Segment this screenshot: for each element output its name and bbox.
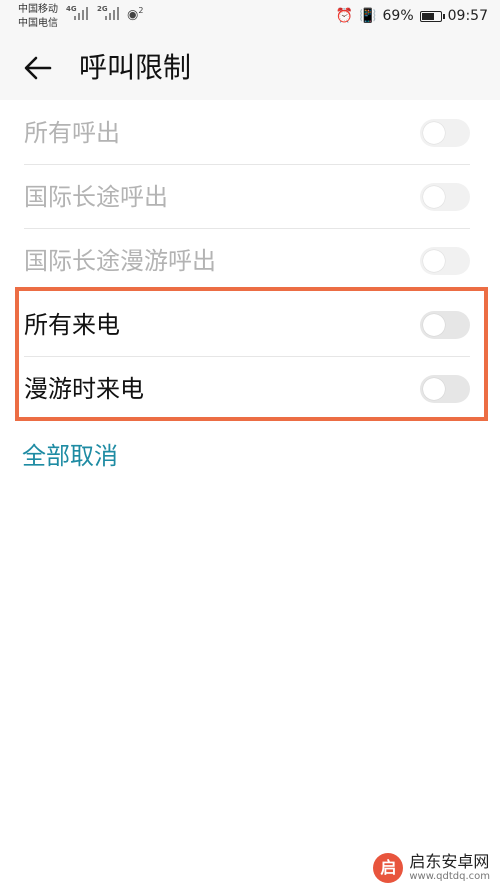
page-title: 呼叫限制 xyxy=(79,51,192,84)
watermark: 启 启东安卓网 www.qdtdq.com xyxy=(373,853,490,883)
watermark-logo: 启 xyxy=(373,853,404,883)
setting-international-outgoing: 国际长途呼出 xyxy=(0,165,500,229)
toggle-switch[interactable] xyxy=(420,183,470,211)
setting-label: 所有呼出 xyxy=(24,119,120,147)
setting-international-roaming-outgoing: 国际长途漫游呼出 xyxy=(0,229,500,293)
app-bar: 呼叫限制 xyxy=(0,36,500,100)
toggle-switch[interactable] xyxy=(420,119,470,147)
signal-1-icon xyxy=(74,7,88,20)
signal-2-icon xyxy=(105,7,119,20)
hotspot-badge: 2 xyxy=(138,6,144,15)
carrier-labels: 中国移动 中国电信 xyxy=(18,3,58,31)
watermark-url: www.qdtdq.com xyxy=(409,871,490,882)
setting-label: 国际长途漫游呼出 xyxy=(24,247,216,275)
carrier-2: 中国电信 xyxy=(18,18,58,29)
highlight-box xyxy=(15,287,488,421)
toggle-switch[interactable] xyxy=(420,247,470,275)
clock: 09:57 xyxy=(447,8,488,24)
back-arrow-icon[interactable] xyxy=(22,52,54,84)
setting-label: 国际长途呼出 xyxy=(24,183,168,211)
hotspot-icon: ◉2 xyxy=(127,6,144,23)
watermark-name: 启东安卓网 xyxy=(409,852,490,871)
battery-percent: 69% xyxy=(382,8,414,24)
status-bar: 中国移动 中国电信 4G 2G ◉2 ⏰ 📳 69% 09:57 xyxy=(0,0,500,36)
alarm-icon: ⏰ xyxy=(335,8,354,24)
battery-icon xyxy=(419,10,445,22)
status-right: ⏰ 📳 69% 09:57 xyxy=(336,8,488,24)
setting-all-outgoing: 所有呼出 xyxy=(0,101,500,165)
cancel-all-button[interactable]: 全部取消 xyxy=(22,438,118,474)
vibrate-icon: 📳 xyxy=(359,8,377,24)
carrier-1: 中国移动 xyxy=(18,4,58,15)
